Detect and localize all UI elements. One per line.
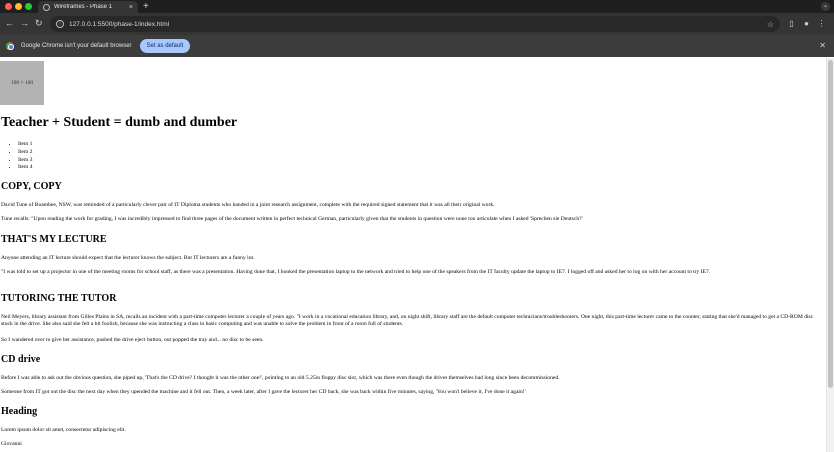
minimize-window-button[interactable] [15, 3, 22, 10]
menu-kebab-icon[interactable]: ⋮ [817, 19, 826, 28]
last-paragraph-2: Giovanni [1, 441, 22, 447]
vertical-scrollbar[interactable] [826, 58, 834, 452]
maximize-window-button[interactable] [25, 3, 32, 10]
page-viewport: 100 × 100 Teacher + Student = dumb and d… [0, 58, 826, 452]
url-text[interactable]: 127.0.0.1:5500/phase-1/index.html [69, 21, 767, 28]
lecture-paragraph-1: Anyone attending an IT lecture should ex… [1, 255, 255, 261]
infobar-message: Google Chrome isn't your default browser [21, 43, 132, 49]
default-browser-infobar: Google Chrome isn't your default browser… [0, 35, 834, 57]
reload-icon[interactable]: ↻ [35, 18, 43, 29]
placeholder-image: 100 × 100 [0, 61, 44, 105]
tutor-paragraph-1: Neil Meyers, library assistant from Gill… [1, 314, 814, 327]
tab-title: Wireframes - Phase 1 [54, 4, 113, 10]
back-arrow-icon[interactable]: ← [5, 18, 14, 29]
bookmark-star-icon[interactable]: ☆ [767, 20, 774, 29]
cd-paragraph-1: Before I was able to ask out the obvious… [1, 375, 560, 381]
set-default-button[interactable]: Set as default [139, 39, 191, 53]
section-heading-cd: CD drive [1, 354, 41, 365]
list-item: Item 1 [18, 141, 32, 149]
lecture-paragraph-2: "I was told to set up a projector in one… [1, 269, 711, 275]
list-item: Item 4 [18, 164, 32, 172]
tab-close-button[interactable]: × [129, 4, 133, 11]
tab-search-button[interactable]: ⌄ [821, 2, 830, 11]
list-item: Item 3 [18, 157, 32, 165]
address-bar[interactable]: i 127.0.0.1:5500/phase-1/index.html ☆ [50, 16, 780, 32]
copy-paragraph-2: Tune recalls: "Upon reading the work for… [1, 216, 583, 222]
globe-icon [43, 3, 50, 11]
section-heading-tutor: TUTORING THE TUTOR [1, 293, 117, 304]
section-heading-copy: COPY, COPY [1, 181, 62, 192]
tutor-paragraph-2: So I wandered over to give her assistanc… [1, 337, 264, 343]
tab-strip: Wireframes - Phase 1 × + ⌄ [0, 0, 834, 13]
site-info-icon[interactable]: i [56, 20, 64, 28]
forward-arrow-icon[interactable]: → [20, 18, 29, 29]
infobar-close-icon[interactable]: ✕ [819, 41, 826, 51]
cd-paragraph-2: Someone from IT got out the disc the nex… [1, 389, 526, 395]
last-paragraph-1: Lorem ipsum dolor sit amet, consectetur … [1, 427, 126, 433]
browser-toolbar: ← → ↻ i 127.0.0.1:5500/phase-1/index.htm… [0, 13, 834, 35]
scrollbar-thumb[interactable] [828, 60, 833, 388]
page-title: Teacher + Student = dumb and dumber [1, 115, 238, 130]
copy-paragraph-1: David Tune of Boambee, NSW, was reminded… [1, 202, 495, 208]
close-window-button[interactable] [5, 3, 12, 10]
browser-tab[interactable]: Wireframes - Phase 1 × [38, 1, 138, 13]
new-tab-button[interactable]: + [143, 1, 149, 12]
section-heading-last: Heading [1, 406, 38, 417]
profile-icon[interactable]: ● [802, 19, 811, 28]
side-panel-icon[interactable]: ▯ [787, 19, 796, 28]
item-list: Item 1 Item 2 Item 3 Item 4 [10, 141, 32, 172]
list-item: Item 2 [18, 149, 32, 157]
chrome-logo-icon [6, 42, 14, 50]
section-heading-lecture: THAT'S MY LECTURE [1, 234, 107, 245]
